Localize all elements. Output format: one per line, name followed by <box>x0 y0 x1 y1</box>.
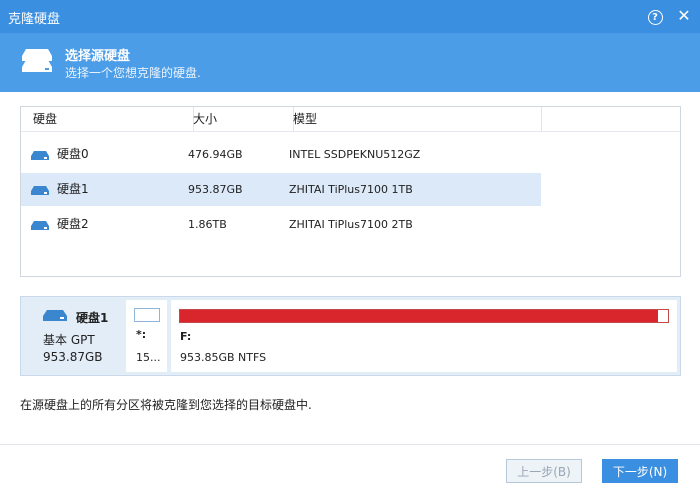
partition-block[interactable]: F: 953.85GB NTFS <box>171 300 677 372</box>
prev-button[interactable]: 上一步(B) <box>506 459 582 483</box>
footer-divider <box>0 444 700 445</box>
disk-icon <box>31 150 49 164</box>
disk-name: 硬盘0 <box>57 147 89 161</box>
disk-icon <box>43 310 67 325</box>
disk-name: 硬盘1 <box>57 182 89 196</box>
partition-label: F: <box>180 330 192 343</box>
header-title: 选择源硬盘 <box>65 49 131 64</box>
partition-size: 953.85GB NTFS <box>180 351 267 364</box>
table-header: 硬盘 大小 模型 <box>21 107 680 132</box>
disk-map-panel: 硬盘1 基本 GPT 953.87GB *: 15... F: 953.85GB… <box>20 296 681 376</box>
column-header-model[interactable]: 模型 <box>293 107 542 131</box>
disk-info[interactable]: 硬盘1 基本 GPT 953.87GB <box>21 297 123 375</box>
column-header-size-label: 大小 <box>193 112 218 126</box>
help-label: ? <box>647 10 663 25</box>
disk-icon <box>31 220 49 234</box>
disk-model: INTEL SSDPEKNU512GZ <box>289 148 421 161</box>
window-title: 克隆硬盘 <box>8 12 61 27</box>
disk-map-size: 953.87GB <box>43 350 103 364</box>
partition-label: *: <box>136 328 147 341</box>
partition-usage-bar <box>134 308 160 322</box>
column-header-size[interactable]: 大小 <box>193 107 294 131</box>
disk-row-0[interactable]: 硬盘0 476.94GB INTEL SSDPEKNU512GZ <box>21 138 541 171</box>
header-subtitle: 选择一个您想克隆的硬盘. <box>65 66 201 80</box>
disk-list: 硬盘 大小 模型 硬盘0 476.94GB INTEL SSDPEKNU512G… <box>20 106 681 277</box>
help-icon[interactable]: ? <box>644 5 666 27</box>
header-banner: 选择源硬盘 选择一个您想克隆的硬盘. <box>0 33 700 92</box>
disk-map-type: 基本 GPT <box>43 333 95 347</box>
disk-map-name: 硬盘1 <box>76 311 109 325</box>
partition-usage-bar <box>179 309 669 323</box>
disk-stack-icon <box>20 47 54 78</box>
disk-row-2[interactable]: 硬盘2 1.86TB ZHITAI TiPlus7100 2TB <box>21 208 541 241</box>
column-header-disk[interactable]: 硬盘 <box>21 107 194 131</box>
partition-block[interactable]: *: 15... <box>126 300 167 372</box>
disk-row-1[interactable]: 硬盘1 953.87GB ZHITAI TiPlus7100 1TB <box>21 173 541 206</box>
info-note: 在源硬盘上的所有分区将被克隆到您选择的目标硬盘中. <box>20 398 312 412</box>
disk-model: ZHITAI TiPlus7100 2TB <box>289 218 413 231</box>
disk-model: ZHITAI TiPlus7100 1TB <box>289 183 413 196</box>
disk-size: 953.87GB <box>188 183 243 196</box>
partition-size: 15... <box>136 351 161 364</box>
title-bar: 克隆硬盘 ? ✕ <box>0 0 700 33</box>
disk-size: 1.86TB <box>188 218 227 231</box>
disk-size: 476.94GB <box>188 148 243 161</box>
next-button[interactable]: 下一步(N) <box>602 459 678 483</box>
disk-name: 硬盘2 <box>57 217 89 231</box>
disk-icon <box>31 185 49 199</box>
partition-usage-fill <box>180 310 659 322</box>
close-icon[interactable]: ✕ <box>673 5 695 27</box>
column-header-model-label: 模型 <box>293 112 318 126</box>
